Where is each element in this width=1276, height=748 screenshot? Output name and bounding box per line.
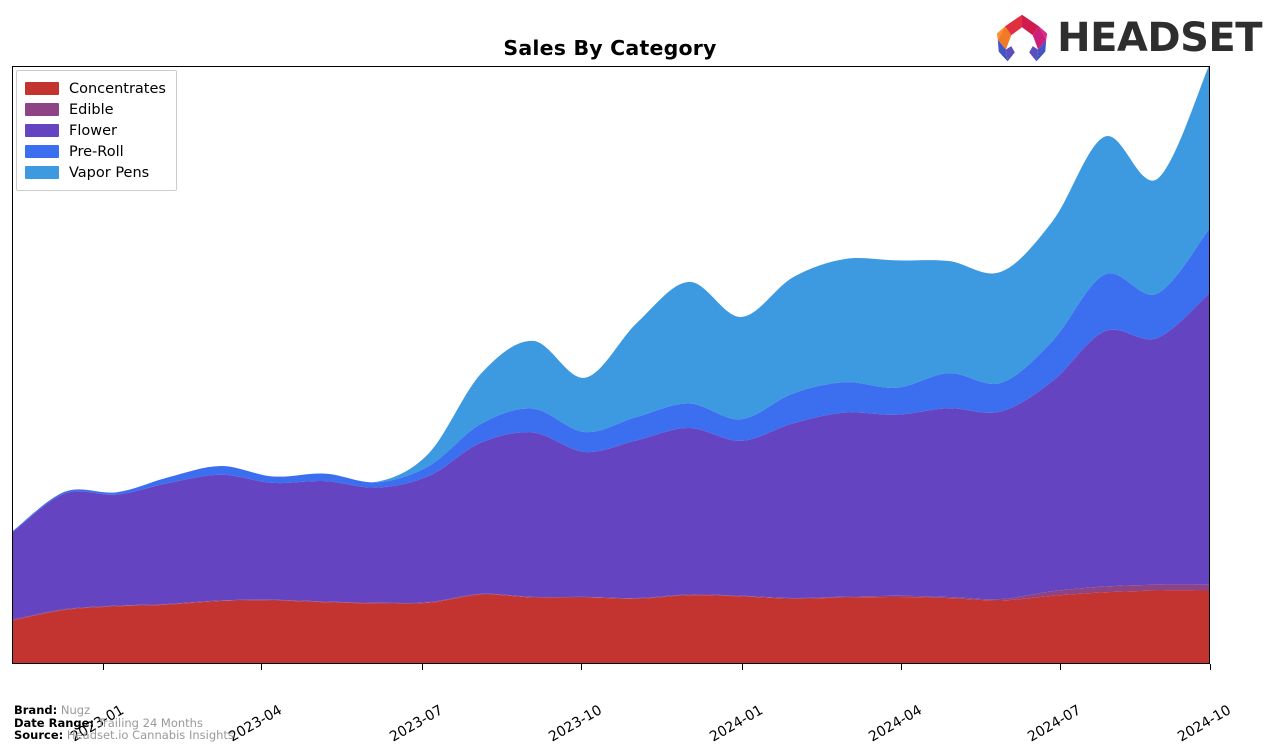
legend-item-label: Edible [69,101,114,118]
x-axis-tick-label: 2024-07 [1025,702,1085,746]
legend-item[interactable]: Pre-Roll [25,141,166,162]
x-axis-tick-label: 2023-07 [386,702,446,746]
stacked-area-chart [13,67,1209,663]
x-axis-tick-label: 2024-01 [706,702,766,746]
x-axis-tick-label: 2024-10 [1175,702,1234,746]
x-axis-tick-label: 2024-04 [866,702,925,746]
legend-item[interactable]: Concentrates [25,78,166,99]
x-axis-tick-mark [581,664,583,670]
legend-item-label: Vapor Pens [69,164,150,181]
x-axis-tick-mark [421,664,423,670]
chart-plot-area [12,66,1210,664]
logo-wordmark: HEADSET [1057,15,1262,61]
legend-color-swatch [25,124,59,137]
x-axis-tick-mark [103,664,105,670]
x-axis-tick-mark [1060,664,1062,670]
legend-color-swatch [25,82,59,95]
legend-color-swatch [25,166,59,179]
legend-item[interactable]: Vapor Pens [25,162,166,183]
x-axis-tick-mark [1210,664,1211,670]
chart-page: Sales By Category HEADSET Concentrates E… [0,0,1276,748]
legend-item-label: Concentrates [69,80,166,97]
headset-logo: HEADSET [993,12,1262,64]
legend-item[interactable]: Edible [25,99,166,120]
x-axis-tick-label: 2023-10 [546,702,605,746]
chart-footer-meta: Brand: Nugz Date Range: Trailing 24 Month… [14,704,234,742]
legend-color-swatch [25,103,59,116]
chart-legend: Concentrates Edible Flower Pre-Roll Vapor Pe… [16,70,177,191]
footer-meta-value: Headset.io Cannabis Insights [63,728,234,743]
legend-color-swatch [25,145,59,158]
legend-item[interactable]: Flower [25,120,166,141]
headset-arch-logo-icon [997,14,1048,62]
footer-meta-key: Source: [14,728,64,743]
x-axis-tick-mark [741,664,743,670]
x-axis-tick-mark [900,664,902,670]
legend-item-label: Flower [69,122,117,139]
footer-meta-row: Source: Headset.io Cannabis Insights [14,729,234,742]
legend-item-label: Pre-Roll [69,143,124,160]
x-axis-tick-label: 2023-04 [226,702,286,746]
area-series-layers [13,67,1209,663]
x-axis-tick-mark [261,664,263,670]
